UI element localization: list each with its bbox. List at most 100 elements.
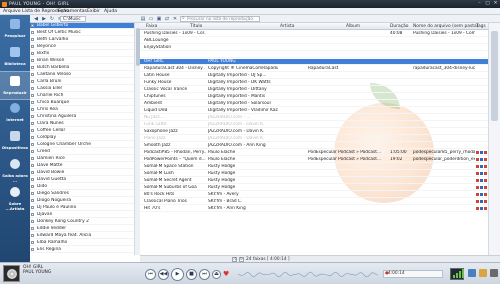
- lock-icon[interactable]: [490, 269, 498, 277]
- artist-list-item[interactable]: Chris Rea: [30, 107, 139, 113]
- track-row[interactable]: SomaFM Space Station Rusty Hodge: [140, 164, 488, 170]
- track-row[interactable]: EnjoyStation: [140, 45, 488, 51]
- tag-icon[interactable]: [476, 179, 479, 182]
- artist-list-item[interactable]: Cologne Chamber Orche: [30, 142, 139, 148]
- tag-icon[interactable]: [480, 193, 483, 196]
- checkbox[interactable]: [31, 45, 34, 48]
- stop-button[interactable]: ■: [186, 269, 197, 280]
- previous-button[interactable]: ⏮: [145, 269, 156, 280]
- search-input[interactable]: ⌕ Procurar na lista de reprodução: [180, 16, 260, 22]
- checkbox[interactable]: [31, 115, 34, 118]
- track-row[interactable]: Piano Jazz JAZZRADIO.com - Davin K.: [140, 136, 488, 142]
- tag-icon[interactable]: [484, 193, 487, 196]
- checkbox[interactable]: [31, 213, 34, 216]
- checkbox[interactable]: [31, 164, 34, 167]
- minimize-button[interactable]: –: [476, 1, 483, 7]
- tag-icon[interactable]: [484, 200, 487, 203]
- checkbox[interactable]: [31, 157, 34, 160]
- sidebar-item-dispositivos[interactable]: Dispositivos: [0, 127, 30, 156]
- sidebar-item-reproduzir[interactable]: Reproduzir: [0, 71, 30, 100]
- checkbox[interactable]: [31, 80, 34, 83]
- track-row[interactable]: Classic Vocal Trance Digitally Imported -…: [140, 87, 488, 93]
- sidebar-item-sobre[interactable]: Sobre ...Artista: [0, 183, 30, 212]
- col-tags[interactable]: Tags: [476, 24, 486, 29]
- tag-icon[interactable]: [484, 151, 487, 154]
- track-row[interactable]: Liquid DnB Digitally Imported - Vladimir …: [140, 108, 488, 114]
- artist-list-item[interactable]: Damien Rice: [30, 156, 139, 162]
- tag-icon[interactable]: [480, 172, 483, 175]
- volume-meter[interactable]: [450, 268, 464, 280]
- track-row[interactable]: [140, 52, 488, 58]
- path-field[interactable]: C:\Music: [60, 16, 86, 22]
- album-cover[interactable]: [3, 265, 20, 282]
- menu-arquivo[interactable]: Arquivo: [3, 9, 21, 14]
- checkbox[interactable]: [31, 38, 34, 41]
- tag-icon[interactable]: [476, 207, 479, 210]
- track-row[interactable]: 80's Rock Hits SKY.fm - Avery: [140, 192, 488, 198]
- checkbox[interactable]: [31, 234, 34, 237]
- artist-list-item[interactable]: Brian Wilson: [30, 58, 139, 64]
- tag-icon[interactable]: [484, 165, 487, 168]
- scrollbar-thumb[interactable]: [491, 31, 498, 121]
- menu-exibir[interactable]: Exibir: [87, 9, 100, 14]
- artist-list-item[interactable]: Coffee Cellar: [30, 128, 139, 134]
- tag-icon[interactable]: [484, 186, 487, 189]
- tag-icon[interactable]: [476, 151, 479, 154]
- artist-list-item[interactable]: Dj Paulo e Paulino: [30, 205, 139, 211]
- track-row[interactable]: Classical Piano Trios SKY.fm - Brad C.: [140, 199, 488, 205]
- track-row[interactable]: Pushing Daisies - 1x09 - Cor... 40:08 Push…: [140, 31, 488, 37]
- tag-icon[interactable]: [476, 165, 479, 168]
- checkbox[interactable]: [31, 178, 34, 181]
- artist-list-item[interactable]: Edward Maya feat. Alicia: [30, 233, 139, 239]
- artist-list-item[interactable]: Diogo Nogueira: [30, 198, 139, 204]
- open-folder-icon[interactable]: ▭: [148, 16, 154, 22]
- artist-list-item[interactable]: David Guetta: [30, 177, 139, 183]
- artist-list-item[interactable]: Elis Regina: [30, 247, 139, 253]
- track-row[interactable]: Funk Latte JAZZRADIO.com - Davin K.: [140, 122, 488, 128]
- tag-icon[interactable]: [480, 151, 483, 154]
- checkbox[interactable]: [31, 248, 34, 251]
- artist-list-item[interactable]: Christina Aguilera: [30, 114, 139, 120]
- playlist-table[interactable]: Faixa Título Artista Álbum Duração Nome …: [140, 23, 488, 255]
- tag-icon[interactable]: [476, 158, 479, 161]
- artist-list-item[interactable]: Charlie Rich: [30, 93, 139, 99]
- maximize-button[interactable]: □: [484, 1, 491, 7]
- artist-list-item[interactable]: Babel Gilberto: [30, 23, 139, 29]
- tag-icon[interactable]: [484, 207, 487, 210]
- tag-icon[interactable]: [476, 186, 479, 189]
- heart-icon[interactable]: ♥: [223, 271, 229, 278]
- track-row[interactable]: Podcast#85 - Rhodan, Perry... Paulo Elach…: [140, 150, 488, 156]
- sidebar-item-biblioteca[interactable]: Biblioteca: [0, 43, 30, 72]
- tag-icon[interactable]: [476, 193, 479, 196]
- col-arquivo[interactable]: Nome do arquivo (sem pasta): [413, 24, 478, 29]
- tag-icon[interactable]: [480, 158, 483, 161]
- track-row[interactable]: Chiptunes Digitally Imported - Mantis: [140, 94, 488, 100]
- tag-icon[interactable]: [480, 165, 483, 168]
- tag-icon[interactable]: [476, 200, 479, 203]
- checkbox[interactable]: [31, 136, 34, 139]
- checkbox[interactable]: [31, 122, 34, 125]
- new-playlist-icon[interactable]: ▤: [140, 16, 146, 22]
- play-button[interactable]: ▶: [171, 268, 184, 281]
- checkbox[interactable]: [31, 73, 34, 76]
- artist-list-item[interactable]: Carla Bruni: [30, 79, 139, 85]
- forward-icon[interactable]: ▶: [41, 16, 47, 22]
- artist-list-item[interactable]: Clara Nunes: [30, 121, 139, 127]
- artist-list-item[interactable]: Cassia Eller: [30, 86, 139, 92]
- track-row[interactable]: SomaFM Secret Agent Rusty Hodge: [140, 178, 488, 184]
- artist-list-item[interactable]: Chico Buarque: [30, 100, 139, 106]
- artist-list-item[interactable]: Beyonce: [30, 44, 139, 50]
- track-row[interactable]: OH! GIRL PAUL YOUNG: [140, 59, 488, 65]
- playlist-scrollbar[interactable]: [488, 23, 500, 255]
- star-icon[interactable]: [479, 269, 487, 277]
- artist-list-item[interactable]: Donkey Kong Country 2: [30, 219, 139, 225]
- sidebar-item-internet[interactable]: Internet: [0, 99, 30, 128]
- checkbox[interactable]: [31, 185, 34, 188]
- artist-list-item[interactable]: Dave Matte: [30, 163, 139, 169]
- checkbox[interactable]: [31, 87, 34, 90]
- eject-button[interactable]: ⏏: [212, 270, 221, 279]
- sidebar-item-saiba[interactable]: Saiba adora ...: [0, 155, 30, 184]
- checkbox[interactable]: [31, 66, 34, 69]
- tag-icon[interactable]: [484, 172, 487, 175]
- checkbox[interactable]: [31, 101, 34, 104]
